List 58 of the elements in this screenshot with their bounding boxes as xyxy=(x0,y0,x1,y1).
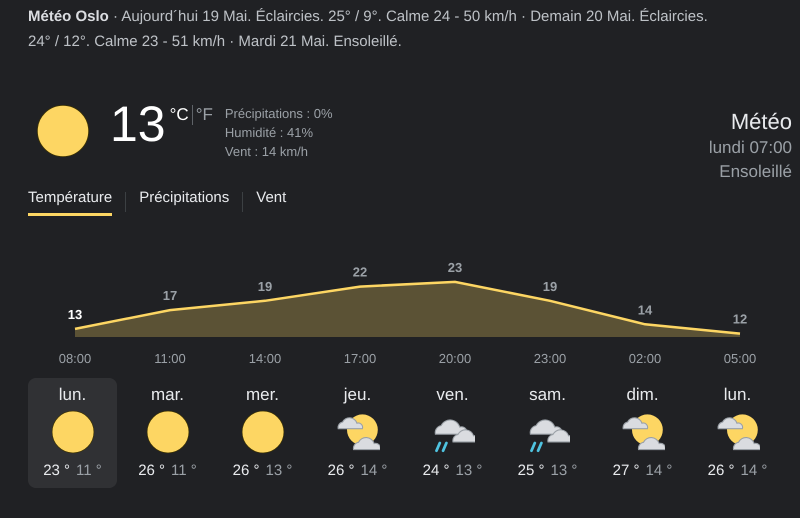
low-temperature: 13 ° xyxy=(550,461,578,481)
data-label: 14 xyxy=(638,302,652,318)
high-temperature: 26 ° xyxy=(232,461,260,481)
unit-toggle[interactable]: °C xyxy=(170,102,189,128)
sun-icon xyxy=(50,410,94,454)
current-temperature: 13 xyxy=(110,96,166,152)
day-card[interactable]: lun. 23 ° 11 ° xyxy=(28,378,117,488)
axis-label: 11:00 xyxy=(154,351,186,366)
high-temperature: 24 ° xyxy=(422,461,450,481)
high-temperature: 26 ° xyxy=(708,461,734,481)
weather-title: Météo xyxy=(730,108,792,136)
data-label: 12 xyxy=(732,312,748,327)
low-temperature: 13 ° xyxy=(456,461,482,481)
day-label: mar. xyxy=(150,384,184,406)
day-label: dim. xyxy=(626,384,659,406)
axis-label: 14:00 xyxy=(248,351,282,366)
high-temperature: 25 ° xyxy=(518,461,544,481)
weather-summary: Météo Oslo · Aujourd´hui 19 Mai. Éclaircies. 25° / 9°. Calme 24 - 50 km/h · Demain 20 Mai. Éclaircies. 24° / 12°. Calme 23 - 51 km/h · Mardi 21 Mai. Ensoleillé. xyxy=(28,7,709,52)
day-label: sam. xyxy=(529,384,566,406)
tab[interactable]: Vent xyxy=(256,188,286,216)
weather-detail: Humidité : 41% xyxy=(224,124,314,142)
high-temperature: 23 ° xyxy=(43,461,70,481)
day-label: jeu. xyxy=(344,384,372,406)
high-temperature: 26 ° xyxy=(138,461,166,481)
data-label: 22 xyxy=(352,264,368,280)
axis-label: 20:00 xyxy=(438,351,472,366)
high-temperature: 27 ° xyxy=(612,461,640,481)
tab[interactable]: Température xyxy=(28,188,112,216)
sun-icon xyxy=(146,410,190,454)
axis-label: 17:00 xyxy=(344,351,376,366)
tab[interactable]: Précipitations xyxy=(139,188,230,216)
weather-detail: Précipitations : 0% xyxy=(224,105,333,123)
day-label: lun. xyxy=(724,384,752,406)
day-label: mer. xyxy=(246,384,280,406)
weather-detail: Vent : 14 km/h xyxy=(224,143,309,161)
unit-toggle[interactable]: °F xyxy=(196,102,213,128)
high-temperature: 26 ° xyxy=(328,461,354,481)
day-label: ven. xyxy=(436,384,469,406)
axis-label: 23:00 xyxy=(534,351,566,366)
data-label: 19 xyxy=(542,278,558,294)
sun-icon xyxy=(36,104,90,158)
data-label: 13 xyxy=(68,306,82,322)
condition-label: Ensoleillé xyxy=(719,161,792,183)
day-label: lun. xyxy=(58,384,86,406)
low-temperature: 14 ° xyxy=(360,461,388,481)
low-temperature: 11 ° xyxy=(171,461,197,481)
low-temperature: 14 ° xyxy=(646,461,672,481)
axis-label: 02:00 xyxy=(628,351,662,366)
sun-icon xyxy=(240,410,284,454)
data-label: 19 xyxy=(258,278,272,294)
axis-label: 05:00 xyxy=(724,351,756,366)
data-label: 17 xyxy=(162,288,178,304)
low-temperature: 14 ° xyxy=(740,461,768,481)
low-temperature: 11 ° xyxy=(76,461,102,481)
data-label: 23 xyxy=(448,260,462,275)
axis-label: 08:00 xyxy=(58,351,92,366)
time-label: lundi 07:00 xyxy=(708,137,792,159)
low-temperature: 13 ° xyxy=(266,461,292,481)
